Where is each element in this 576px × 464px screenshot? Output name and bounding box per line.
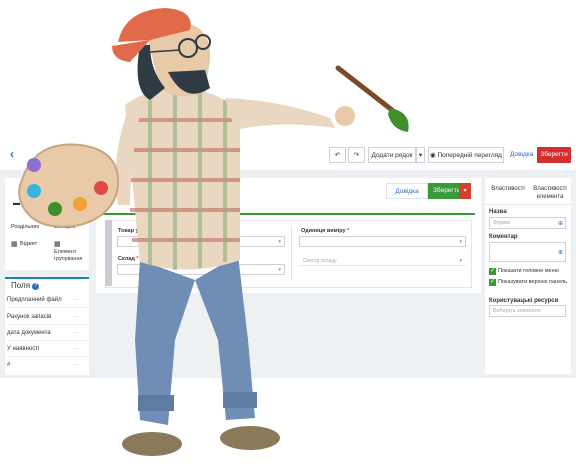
- divider-icon: ▬: [13, 200, 20, 207]
- fields-title: Поля ?: [11, 281, 40, 290]
- form-accent-line: [101, 213, 475, 215]
- field-label-unit: Одиниця виміру *: [301, 228, 349, 234]
- row-drag-handle[interactable]: [105, 220, 112, 286]
- globe-icon[interactable]: ⊕: [558, 219, 563, 230]
- redo-icon: ↷: [353, 152, 360, 159]
- comment-textarea[interactable]: ⊕: [489, 242, 566, 262]
- save-button[interactable]: Зберегти: [537, 147, 571, 163]
- widget-icon: ▦: [11, 241, 18, 248]
- divider: [9, 356, 87, 357]
- left-cuff: [138, 395, 174, 411]
- field-label-goods-text: Товар укомпл: [118, 228, 156, 234]
- name-input[interactable]: Форма ⊕: [489, 217, 566, 229]
- list-item[interactable]: #: [7, 362, 10, 368]
- right-arm: [225, 98, 335, 130]
- preview-button[interactable]: ◉ Попередній перегляд: [428, 147, 504, 163]
- glasses-left: [178, 38, 198, 58]
- add-row-label: Додати рядок: [371, 152, 413, 159]
- glasses-right: [195, 34, 211, 50]
- right-shoe: [220, 426, 280, 450]
- show-top-panel-checkbox[interactable]: ✓: [489, 279, 496, 286]
- warehouse-select[interactable]: ▾: [117, 264, 285, 275]
- show-main-menu-label: Показати головне меню: [498, 268, 559, 274]
- tabs-divider: [485, 204, 571, 205]
- paintbrush-handle: [335, 65, 395, 113]
- tab-properties[interactable]: Властивості: [488, 185, 528, 193]
- paintbrush-tip: [388, 108, 409, 132]
- form-save-label: Зберегти: [433, 187, 461, 194]
- chevron-down-icon: ▾: [418, 152, 423, 159]
- sector-placeholder: Сектор складу: [303, 258, 337, 264]
- divider: [9, 307, 87, 308]
- user-resources-select[interactable]: Виберіть значення: [489, 305, 566, 317]
- hair: [137, 45, 165, 100]
- globe-icon[interactable]: ⊕: [558, 249, 563, 256]
- undo-button[interactable]: ↶: [329, 147, 346, 163]
- fields-title-text: Поля: [11, 281, 31, 290]
- help-link[interactable]: Довідка: [510, 147, 533, 163]
- tool-divider[interactable]: Роздільник: [11, 224, 39, 231]
- tool-grouping[interactable]: Елемент групування: [54, 249, 88, 263]
- goods-select[interactable]: ▾: [117, 236, 285, 247]
- field-label-warehouse: Склад *: [118, 256, 139, 262]
- comment-label: Коментар: [489, 234, 518, 240]
- column-divider: [291, 226, 292, 280]
- required-mark: *: [347, 228, 350, 234]
- user-resources-label: Користувацькі ресурси: [489, 298, 559, 304]
- beard: [168, 70, 210, 94]
- divider: [9, 324, 87, 325]
- chevron-down-icon: ▾: [278, 267, 281, 273]
- list-item[interactable]: Рахунок запасів: [7, 314, 51, 320]
- list-item[interactable]: Предпланний файл: [7, 297, 62, 303]
- add-row-button[interactable]: Додати рядок: [368, 147, 416, 163]
- show-top-panel-label: Показувати верхню панель: [498, 279, 568, 285]
- tool-tab[interactable]: Вкладка: [54, 224, 75, 231]
- eye-icon: ◉: [430, 152, 438, 159]
- field-label-warehouse-text: Склад: [118, 256, 135, 262]
- properties-panel: [485, 178, 571, 374]
- name-placeholder: Форма: [493, 220, 511, 226]
- chevron-down-icon: ▾: [459, 239, 462, 245]
- back-chevron-icon[interactable]: ‹: [10, 147, 14, 161]
- chevron-down-icon: ▾: [459, 258, 462, 264]
- add-row-dropdown-button[interactable]: ▾: [416, 147, 425, 163]
- left-shoe: [122, 432, 182, 456]
- divider: [9, 340, 87, 341]
- name-label: Назва: [489, 209, 507, 215]
- preview-label: Попередній перегляд: [437, 152, 502, 159]
- form-save-button[interactable]: Зберегти ▾: [428, 183, 471, 199]
- list-item[interactable]: У наявності: [7, 346, 39, 352]
- fields-panel: [5, 277, 89, 375]
- undo-icon: ↶: [334, 152, 341, 159]
- sector-select[interactable]: Сектор складу ▾: [299, 255, 466, 266]
- user-resources-placeholder: Виберіть значення: [493, 308, 541, 314]
- list-item[interactable]: дата документа: [7, 330, 51, 336]
- form-row: [105, 220, 472, 288]
- glasses-arm: [149, 49, 181, 53]
- tab-element-properties[interactable]: Властивості елемента: [530, 185, 570, 201]
- form-help-button[interactable]: Довідка: [386, 183, 428, 199]
- right-hand: [335, 106, 355, 126]
- chevron-down-icon[interactable]: ▾: [459, 183, 471, 199]
- tool-widget[interactable]: Віджет: [20, 241, 37, 248]
- face: [148, 21, 211, 97]
- right-cuff: [223, 392, 257, 408]
- grouping-icon: ▦: [54, 241, 61, 248]
- cap: [118, 8, 191, 42]
- redo-button[interactable]: ↷: [348, 147, 365, 163]
- required-mark: *: [136, 256, 139, 262]
- cap-brim: [112, 40, 150, 62]
- field-label-unit-text: Одиниця виміру: [301, 228, 346, 234]
- show-main-menu-checkbox[interactable]: ✓: [489, 268, 496, 275]
- help-icon[interactable]: ?: [32, 283, 40, 290]
- field-label-goods: Товар укомпл: [118, 228, 156, 234]
- chevron-down-icon: ▾: [278, 239, 281, 245]
- unit-select[interactable]: ▾: [299, 236, 466, 247]
- form-title: Комп: [137, 185, 161, 196]
